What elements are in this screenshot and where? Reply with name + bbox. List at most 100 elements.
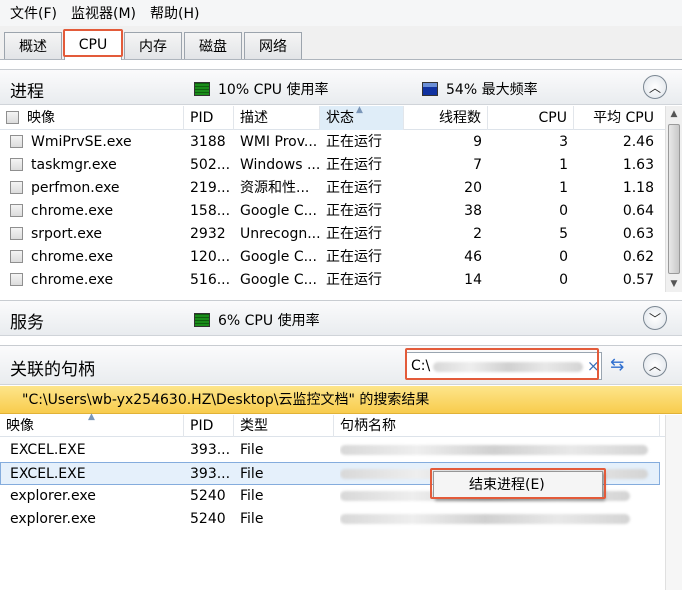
process-average-cpu: 0.63 (622, 226, 654, 242)
blurred-handle-name (340, 445, 648, 455)
row-checkbox[interactable] (10, 181, 23, 194)
handle-pid: 5240 (190, 488, 226, 504)
process-pid: 120... (190, 249, 231, 265)
process-status: 正在运行 (326, 249, 382, 265)
process-image-name: chrome.exe (31, 272, 114, 288)
tab-disk[interactable]: 磁盘 (184, 32, 242, 59)
column-cpu[interactable]: CPU (488, 106, 574, 130)
process-cpu: 0 (559, 272, 568, 288)
handle-pid: 393... (190, 442, 231, 458)
max-frequency-meter: 54% 最大频率 (422, 79, 538, 99)
handle-name (340, 439, 660, 462)
process-average-cpu: 0.57 (622, 272, 654, 288)
scroll-up-icon[interactable]: ▲ (666, 106, 682, 122)
process-status: 正在运行 (326, 272, 382, 288)
table-row[interactable]: taskmgr.exe 502... Windows ... 正在运行 7 1 … (0, 154, 665, 177)
table-row[interactable]: WmiPrvSE.exe 3188 WMI Prov... 正在运行 9 3 2… (0, 131, 665, 154)
scroll-down-icon[interactable]: ▼ (666, 276, 682, 292)
column-status-label: 状态 (326, 110, 354, 126)
process-average-cpu: 1.18 (622, 180, 654, 196)
process-image: taskmgr.exe (10, 154, 180, 177)
column-pid[interactable]: PID (184, 106, 234, 130)
table-row[interactable]: chrome.exe 516... Google C... 正在运行 14 0 … (0, 269, 665, 292)
chevron-up-icon: ︿ (648, 358, 661, 373)
process-threads: 38 (464, 203, 482, 219)
process-description: WMI Prov... (240, 134, 318, 150)
collapse-handles-button[interactable]: ︿ (643, 353, 667, 377)
tab-memory[interactable]: 内存 (124, 32, 182, 59)
column-average-cpu[interactable]: 平均 CPU (574, 106, 660, 130)
expand-services-button[interactable]: ﹀ (643, 306, 667, 330)
process-section-header[interactable]: 进程 10% CPU 使用率 54% 最大频率 ︿ (0, 69, 682, 105)
context-menu-highlight (430, 468, 606, 499)
column-image[interactable]: 映像 (0, 106, 184, 130)
handles-column-header: 映像 ▲ PID 类型 句柄名称 (0, 412, 665, 437)
row-checkbox[interactable] (10, 135, 23, 148)
max-frequency-label: 54% 最大频率 (446, 82, 538, 98)
menu-file[interactable]: 文件(F) (0, 3, 61, 23)
menu-help[interactable]: 帮助(H) (140, 3, 203, 23)
process-status: 正在运行 (326, 180, 382, 196)
handle-type: File (240, 442, 264, 458)
tab-overview[interactable]: 概述 (4, 32, 62, 59)
column-handle-type[interactable]: 类型 (234, 415, 334, 437)
process-image: WmiPrvSE.exe (10, 131, 180, 154)
services-cpu-meter: 6% CPU 使用率 (194, 310, 320, 330)
process-pid: 219... (190, 180, 231, 196)
process-description: Google C... (240, 203, 317, 219)
refresh-icon[interactable]: ⇆ (610, 355, 624, 375)
process-description: Google C... (240, 249, 317, 265)
table-row[interactable]: explorer.exe 5240 File (0, 508, 665, 531)
table-row[interactable]: srport.exe 2932 Unrecogn... 正在运行 2 5 0.6… (0, 223, 665, 246)
column-handle-name[interactable]: 句柄名称 (334, 415, 660, 437)
process-cpu: 0 (559, 203, 568, 219)
column-status[interactable]: 状态 ▲ (320, 105, 404, 130)
process-image: chrome.exe (10, 269, 180, 292)
column-description[interactable]: 描述 (234, 106, 320, 130)
services-section-header[interactable]: 服务 6% CPU 使用率 ﹀ (0, 300, 682, 336)
tab-network[interactable]: 网络 (244, 32, 302, 59)
column-handle-image[interactable]: 映像 ▲ (0, 412, 184, 437)
row-checkbox[interactable] (10, 158, 23, 171)
cpu-usage-swatch (194, 82, 210, 96)
row-checkbox[interactable] (10, 204, 23, 217)
process-scrollbar[interactable]: ▲ ▼ (665, 106, 682, 292)
process-image-name: WmiPrvSE.exe (31, 134, 132, 150)
process-cpu: 1 (559, 180, 568, 196)
process-cpu: 1 (559, 157, 568, 173)
menu-monitor[interactable]: 监视器(M) (61, 3, 140, 23)
table-row[interactable]: perfmon.exe 219... 资源和性... 正在运行 20 1 1.1… (0, 177, 665, 200)
row-checkbox[interactable] (10, 273, 23, 286)
process-image: chrome.exe (10, 246, 180, 269)
table-row[interactable]: chrome.exe 158... Google C... 正在运行 38 0 … (0, 200, 665, 223)
cpu-usage-meter: 10% CPU 使用率 (194, 79, 328, 99)
handle-type: File (240, 488, 264, 504)
table-row[interactable]: EXCEL.EXE 393... File (0, 439, 665, 462)
process-image-name: perfmon.exe (31, 180, 120, 196)
cpu-tab-highlight (63, 29, 123, 57)
column-handle-pid[interactable]: PID (184, 415, 234, 437)
row-checkbox[interactable] (10, 250, 23, 263)
handle-image: explorer.exe (10, 488, 96, 504)
handle-pid: 393... (190, 466, 231, 482)
process-description: Unrecogn... (240, 226, 320, 242)
process-pid: 3188 (190, 134, 226, 150)
process-threads: 14 (464, 272, 482, 288)
scroll-thumb[interactable] (668, 124, 680, 274)
process-pid: 158... (190, 203, 231, 219)
column-threads[interactable]: 线程数 (404, 106, 488, 130)
process-image-name: srport.exe (31, 226, 103, 242)
column-handle-image-label: 映像 (6, 418, 34, 434)
table-row[interactable]: chrome.exe 120... Google C... 正在运行 46 0 … (0, 246, 665, 269)
collapse-process-button[interactable]: ︿ (643, 75, 667, 99)
select-all-checkbox[interactable] (6, 111, 19, 124)
blurred-handle-name (340, 514, 630, 524)
row-checkbox[interactable] (10, 227, 23, 240)
process-threads: 20 (464, 180, 482, 196)
process-image-name: taskmgr.exe (31, 157, 117, 173)
handles-scrollbar[interactable] (665, 415, 682, 590)
sort-up-icon: ▲ (356, 105, 363, 115)
process-average-cpu: 0.64 (622, 203, 654, 219)
process-status: 正在运行 (326, 203, 382, 219)
services-cpu-label: 6% CPU 使用率 (218, 313, 320, 329)
